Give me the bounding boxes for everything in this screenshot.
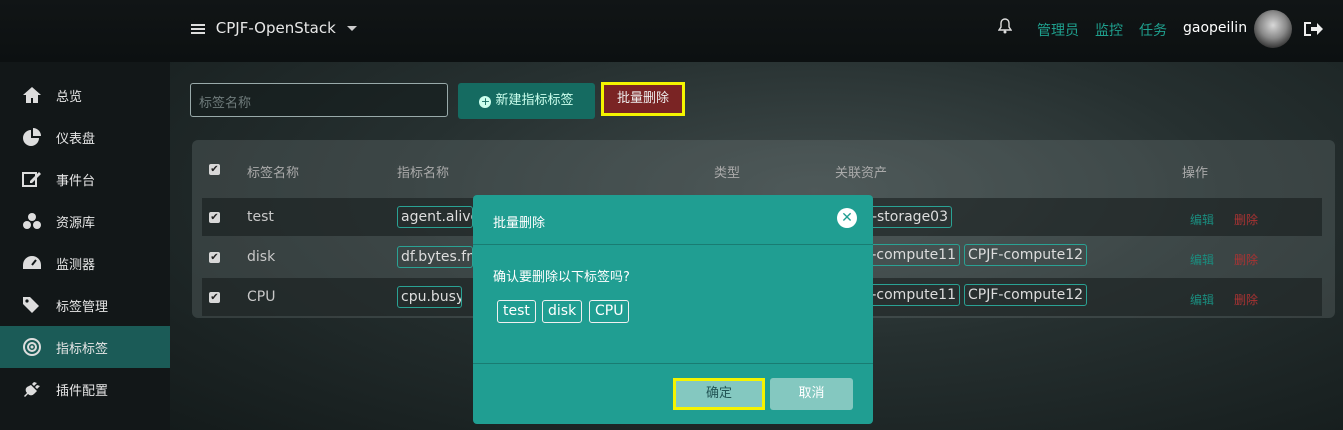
sidebar-item-metric-tags[interactable]: 指标标签: [0, 326, 170, 368]
batch-delete-dialog: 批量删除 ✕ 确认要删除以下标签吗? test disk CPU 确定 取消: [473, 195, 873, 424]
cubes-icon: [23, 213, 41, 229]
header-assets: 关联资产: [835, 166, 888, 181]
edit-link[interactable]: 编辑: [1190, 291, 1214, 308]
row-checkbox[interactable]: ✔: [209, 212, 220, 223]
new-metric-tag-button[interactable]: + 新建指标标签: [458, 83, 595, 119]
metric-tag: cpu.busy: [397, 286, 462, 308]
project-name: CPJF-OpenStack: [215, 19, 336, 37]
asset-tag: CPJF-storage03: [864, 206, 952, 228]
edit-link[interactable]: 编辑: [1190, 211, 1214, 228]
asset-tag: CPJF-compute12: [964, 284, 1087, 306]
header-ops: 操作: [1182, 166, 1209, 181]
task-link[interactable]: 任务: [1139, 20, 1167, 40]
row-checkbox[interactable]: ✔: [209, 252, 220, 263]
row-checkbox[interactable]: ✔: [209, 292, 220, 303]
sidebar-item-overview[interactable]: 总览: [0, 74, 170, 116]
sidebar-item-plugins[interactable]: 插件配置: [0, 368, 170, 410]
monitor-link[interactable]: 监控: [1095, 20, 1123, 40]
dialog-header: 批量删除 ✕: [473, 195, 873, 245]
tag-name-cell: CPU: [247, 289, 276, 305]
dashboard-icon: [23, 256, 41, 269]
asset-tag: CPJF-compute11: [864, 244, 960, 266]
cancel-button[interactable]: 取消: [770, 378, 853, 410]
dialog-tag: disk: [542, 300, 583, 323]
project-selector[interactable]: CPJF-OpenStack: [191, 19, 357, 37]
batch-delete-button[interactable]: 批量删除: [601, 82, 685, 116]
edit-icon: [22, 172, 41, 187]
home-icon: [23, 87, 41, 103]
sidebar-item-events[interactable]: 事件台: [0, 158, 170, 200]
tags-icon: [23, 297, 39, 313]
logout-icon[interactable]: [1303, 20, 1323, 42]
close-icon[interactable]: ✕: [837, 208, 857, 228]
dialog-title: 批量删除: [493, 216, 546, 231]
avatar[interactable]: [1254, 10, 1292, 48]
sidebar-item-resources[interactable]: 资源库: [0, 200, 170, 242]
asset-tag: CPJF-compute11: [864, 284, 960, 306]
target-icon: [23, 338, 41, 356]
asset-tag: CPJF-compute12: [964, 244, 1087, 266]
header-metric-name: 指标名称: [397, 166, 450, 181]
dialog-divider: [473, 363, 873, 364]
dialog-tag: CPU: [589, 300, 630, 323]
delete-link[interactable]: 删除: [1234, 291, 1258, 308]
plus-circle-icon: +: [479, 95, 492, 108]
confirm-button[interactable]: 确定: [673, 378, 765, 410]
sidebar-item-tag-management[interactable]: 标签管理: [0, 284, 170, 326]
tag-name-search-input[interactable]: 标签名称: [190, 83, 448, 117]
admin-link[interactable]: 管理员: [1037, 20, 1079, 40]
delete-link[interactable]: 删除: [1234, 251, 1258, 268]
metric-tag: df.bytes.free: [397, 246, 473, 268]
tag-name-cell: test: [247, 209, 274, 225]
dialog-question: 确认要删除以下标签吗?: [493, 270, 630, 285]
sidebar-item-monitor[interactable]: 监测器: [0, 242, 170, 284]
edit-link[interactable]: 编辑: [1190, 251, 1214, 268]
sidebar-item-dashboard[interactable]: 仪表盘: [0, 116, 170, 158]
tag-name-cell: disk: [247, 249, 276, 265]
select-all-checkbox[interactable]: ✔: [209, 164, 220, 175]
header-tag-name: 标签名称: [247, 166, 300, 181]
delete-link[interactable]: 删除: [1234, 211, 1258, 228]
plug-icon: [24, 382, 40, 397]
bell-icon[interactable]: [997, 18, 1013, 38]
chevron-down-icon: [346, 26, 357, 31]
header-type: 类型: [714, 166, 741, 181]
pie-chart-icon: [23, 128, 41, 146]
menu-icon: [191, 22, 205, 36]
metric-tag: agent.alive: [397, 206, 473, 228]
dialog-tag: test: [497, 300, 536, 323]
username[interactable]: gaopeilin: [1183, 20, 1247, 36]
